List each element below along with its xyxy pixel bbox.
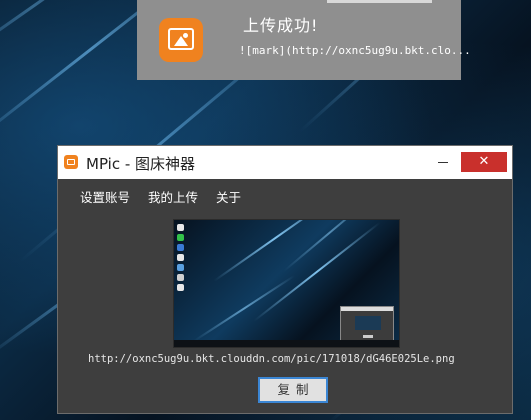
uploaded-url-text: http://oxnc5ug9u.bkt.clouddn.com/pic/171…: [88, 353, 455, 365]
menu-item-about[interactable]: 关于: [216, 187, 241, 206]
image-icon: [159, 18, 203, 62]
notification-progress-bar: [327, 0, 432, 3]
copy-button[interactable]: 复制: [258, 377, 328, 403]
minimize-button[interactable]: [436, 154, 450, 168]
notification-message: ![mark](http://oxnc5ug9u.bkt.clo...: [239, 44, 471, 57]
window-title: MPic - 图床神器: [86, 155, 196, 173]
app-logo-icon: [64, 155, 78, 169]
menu-item-my-uploads[interactable]: 我的上传: [148, 187, 198, 206]
title-bar[interactable]: MPic - 图床神器 ✕: [58, 146, 512, 179]
close-button[interactable]: ✕: [461, 152, 507, 172]
notification-title: 上传成功!: [243, 16, 319, 35]
uploaded-image-preview: [173, 219, 400, 348]
menu-item-account-settings[interactable]: 设置账号: [80, 187, 130, 206]
menu-bar: 设置账号 我的上传 关于: [58, 179, 512, 209]
mpic-window: MPic - 图床神器 ✕ 设置账号 我的上传 关于 http://oxnc5u…: [57, 145, 513, 414]
upload-notification[interactable]: 上传成功! ![mark](http://oxnc5ug9u.bkt.clo..…: [137, 0, 471, 80]
